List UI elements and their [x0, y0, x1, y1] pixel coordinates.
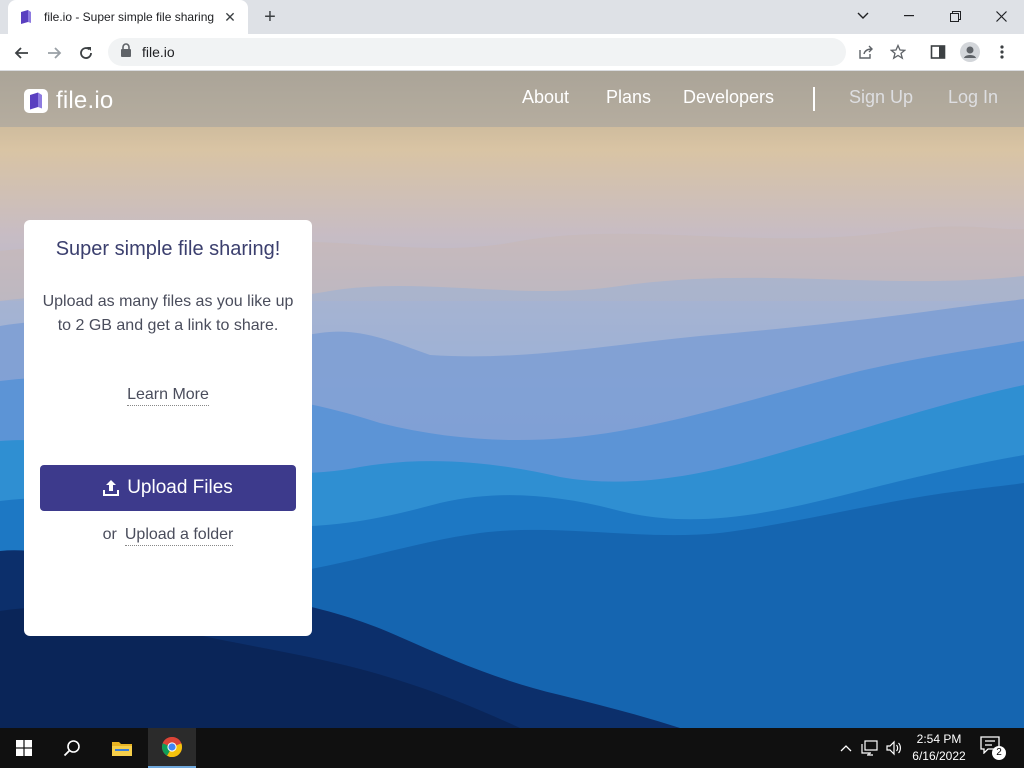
upload-icon — [103, 479, 120, 497]
system-clock[interactable]: 2:54 PM 6/16/2022 — [906, 731, 972, 765]
learn-more-wrapper: Learn More — [24, 386, 312, 406]
bookmark-star-icon[interactable] — [886, 40, 910, 64]
chrome-icon[interactable] — [148, 728, 196, 768]
nav-developers[interactable]: Developers — [683, 87, 774, 108]
fileio-logo-icon — [24, 89, 48, 113]
card-title: Super simple file sharing! — [55, 238, 281, 260]
tab-search-icon[interactable] — [840, 0, 886, 32]
upload-folder-line: or Upload a folder — [24, 526, 312, 546]
logo-text: file.io — [56, 87, 114, 114]
profile-avatar-icon[interactable] — [958, 40, 982, 64]
card-description: Upload as many files as you like up to 2… — [42, 293, 294, 334]
learn-more-link[interactable]: Learn More — [127, 386, 209, 406]
upload-card: Super simple file sharing! Upload as man… — [24, 220, 312, 636]
nav-log-in[interactable]: Log In — [948, 87, 998, 108]
notification-count: 2 — [992, 746, 1006, 760]
volume-icon[interactable] — [884, 738, 904, 758]
nav-about[interactable]: About — [522, 87, 569, 108]
fileio-logo-icon — [18, 9, 34, 25]
url-text: file.io — [142, 44, 175, 60]
browser-tabstrip: file.io - Super simple file sharing ✕ + — [0, 0, 1024, 34]
lock-icon[interactable] — [120, 42, 132, 62]
forward-icon[interactable] — [40, 39, 68, 67]
page-viewport: file.io About Plans Developers Sign Up L… — [0, 71, 1024, 728]
nav-plans[interactable]: Plans — [606, 87, 651, 108]
upload-folder-link[interactable]: Upload a folder — [124, 526, 234, 546]
reload-icon[interactable] — [72, 39, 100, 67]
minimize-icon[interactable] — [886, 0, 932, 32]
file-explorer-icon[interactable] — [98, 728, 146, 768]
browser-tab[interactable]: file.io - Super simple file sharing ✕ — [8, 0, 248, 34]
nav-divider — [813, 87, 815, 111]
close-tab-icon[interactable]: ✕ — [222, 9, 238, 25]
site-header: file.io About Plans Developers Sign Up L… — [0, 71, 1024, 127]
taskbar: 2:54 PM 6/16/2022 2 — [0, 728, 1024, 768]
tab-title: file.io - Super simple file sharing — [44, 10, 215, 24]
notification-center-icon[interactable]: 2 — [980, 736, 1006, 760]
or-text: or — [102, 526, 117, 543]
chevron-up-icon[interactable] — [836, 738, 856, 758]
address-bar[interactable]: file.io — [108, 38, 846, 66]
network-icon[interactable] — [860, 738, 880, 758]
share-icon[interactable] — [854, 40, 878, 64]
upload-files-label: Upload Files — [127, 477, 233, 498]
restore-icon[interactable] — [932, 0, 978, 32]
side-panel-icon[interactable] — [926, 40, 950, 64]
browser-toolbar: file.io — [0, 34, 1024, 71]
clock-time: 2:54 PM — [916, 732, 962, 746]
new-tab-button[interactable]: + — [258, 6, 282, 28]
nav-sign-up[interactable]: Sign Up — [849, 87, 913, 108]
upload-files-button[interactable]: Upload Files — [40, 465, 296, 511]
start-icon[interactable] — [0, 728, 48, 768]
clock-date: 6/16/2022 — [912, 749, 966, 763]
back-icon[interactable] — [8, 39, 36, 67]
close-window-icon[interactable] — [978, 0, 1024, 32]
search-icon[interactable] — [48, 728, 96, 768]
browser-menu-icon[interactable] — [990, 40, 1014, 64]
site-logo[interactable]: file.io — [24, 87, 113, 115]
